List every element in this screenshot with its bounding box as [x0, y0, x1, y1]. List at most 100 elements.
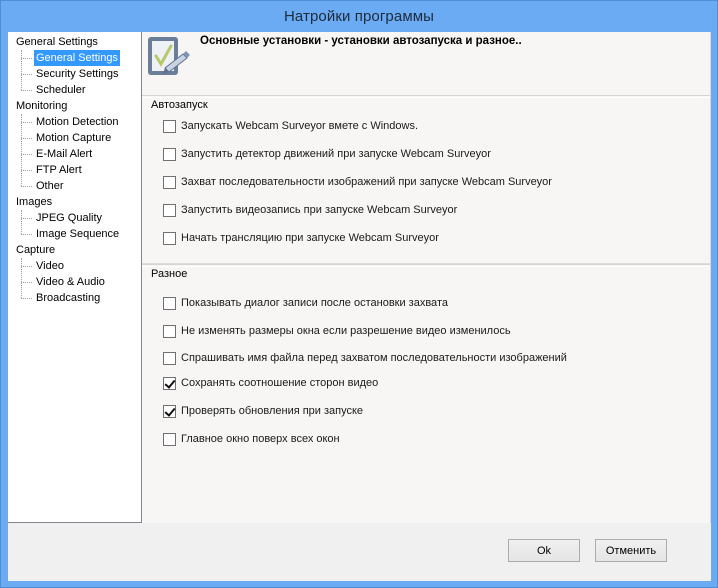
- tree-group-label: General Settings: [16, 36, 98, 48]
- tree-connector-line: [21, 138, 32, 139]
- tree-connector-line: [21, 186, 32, 187]
- tree-item-other[interactable]: Other: [8, 170, 141, 194]
- window-title: Натройки программы: [283, 8, 435, 25]
- misc-option[interactable]: Сохранять соотношение сторон видео: [163, 375, 378, 391]
- checkbox-checked[interactable]: [163, 376, 176, 390]
- tree-item-video-audio[interactable]: Video & Audio: [8, 266, 141, 290]
- tree-guide-line: [21, 266, 22, 282]
- tree-group-capture[interactable]: Capture: [8, 242, 141, 258]
- autostart-option[interactable]: Запустить видеозапись при запуске Webcam…: [163, 202, 457, 218]
- checkbox-unchecked[interactable]: [163, 351, 176, 365]
- tree-item-general-settings[interactable]: General Settings: [8, 50, 141, 66]
- settings-tree[interactable]: General Settings General Settings Security…: [8, 32, 142, 523]
- autostart-option[interactable]: Захват последовательности изображений пр…: [163, 174, 552, 190]
- tree-item-label: Other: [36, 180, 64, 192]
- tree-item-label: Broadcasting: [36, 292, 101, 304]
- checkbox-unchecked[interactable]: [163, 324, 176, 338]
- tree-item-broadcasting[interactable]: Broadcasting: [8, 282, 141, 306]
- title-bar[interactable]: Натройки программы: [1, 1, 717, 32]
- autostart-option[interactable]: Начать трансляцию при запуске Webcam Sur…: [163, 230, 439, 246]
- tree-group-monitoring[interactable]: Monitoring: [8, 98, 141, 114]
- tree-connector-line: [21, 266, 32, 267]
- checkbox-unchecked[interactable]: [163, 432, 176, 446]
- tree-item-label: Image Sequence: [36, 228, 120, 240]
- tree-connector-line: [21, 218, 32, 219]
- tree-guide-line: [21, 114, 22, 122]
- misc-option[interactable]: Проверять обновления при запуске: [163, 403, 363, 419]
- tree-item-label: Scheduler: [36, 84, 86, 96]
- checklist-pen-icon: [148, 37, 190, 75]
- tree-item-label: E-Mail Alert: [36, 148, 93, 160]
- checkbox-unchecked[interactable]: [163, 296, 176, 310]
- tree-item-security-settings[interactable]: Security Settings: [8, 58, 141, 82]
- tree-guide-line: [21, 50, 22, 58]
- tree-item-label: FTP Alert: [36, 164, 82, 176]
- checkbox-unchecked[interactable]: [163, 203, 176, 217]
- misc-option[interactable]: Спрашивать имя файла перед захватом посл…: [163, 350, 567, 366]
- tree-group-label: Monitoring: [16, 100, 68, 112]
- misc-option[interactable]: Главное окно поверх всех окон: [163, 431, 340, 447]
- option-label: Захват последовательности изображений пр…: [181, 176, 552, 188]
- checkbox-checked[interactable]: [163, 404, 176, 418]
- tree-guide-line: [21, 210, 22, 218]
- tree-group-label: Capture: [16, 244, 56, 256]
- dialog-footer: Ok Отменить: [8, 523, 711, 581]
- checkbox-unchecked[interactable]: [163, 175, 176, 189]
- tree-item-label: Security Settings: [36, 68, 119, 80]
- tree-connector-line: [21, 170, 32, 171]
- tree-item-e-mail-alert[interactable]: E-Mail Alert: [8, 138, 141, 162]
- tree-item-label: JPEG Quality: [36, 212, 103, 224]
- tree-item-label: Video: [36, 260, 64, 272]
- option-label: Запускать Webcam Surveyor вмете с Window…: [181, 120, 419, 132]
- settings-dialog: Натройки программы General Settings Gener…: [0, 0, 718, 588]
- option-label: Не изменять размеры окна если разрешение…: [181, 325, 511, 337]
- tree-connector-line: [21, 282, 32, 283]
- option-label: Проверять обновления при запуске: [181, 405, 364, 417]
- autostart-legend: Автозапуск: [151, 99, 208, 111]
- tree-guide-line: [21, 218, 22, 234]
- option-label: Запустить детектор движений при запуске …: [181, 148, 491, 160]
- checkbox-unchecked[interactable]: [163, 231, 176, 245]
- tree-group-general-settings[interactable]: General Settings: [8, 34, 141, 50]
- misc-option[interactable]: Показывать диалог записи после остановки…: [163, 295, 448, 311]
- tree-guide-line: [21, 170, 22, 186]
- settings-panel: Основные установки - установки автозапус…: [142, 32, 711, 523]
- tree-item-scheduler[interactable]: Scheduler: [8, 74, 141, 98]
- tree-item-motion-capture[interactable]: Motion Capture: [8, 122, 141, 146]
- misc-legend: Разное: [151, 268, 188, 280]
- tree-guide-line: [21, 154, 22, 170]
- tree-group-images[interactable]: Images: [8, 194, 141, 210]
- tree-connector-line: [21, 234, 32, 235]
- option-label: Запустить видеозапись при запуске Webcam…: [181, 204, 458, 216]
- checkbox-unchecked[interactable]: [163, 119, 176, 133]
- misc-option[interactable]: Не изменять размеры окна если разрешение…: [163, 323, 511, 339]
- tree-item-jpeg-quality[interactable]: JPEG Quality: [8, 210, 141, 226]
- tree-connector-line: [21, 154, 32, 155]
- tree-guide-line: [21, 258, 22, 266]
- panel-title: Основные установки - установки автозапус…: [200, 35, 522, 47]
- tree-item-ftp-alert[interactable]: FTP Alert: [8, 154, 141, 178]
- option-label: Спрашивать имя файла перед захватом посл…: [181, 352, 567, 364]
- tree-item-image-sequence[interactable]: Image Sequence: [8, 218, 141, 242]
- tree-connector-line: [21, 90, 32, 91]
- option-label: Главное окно поверх всех окон: [181, 433, 340, 445]
- tree-guide-line: [21, 282, 22, 298]
- autostart-option[interactable]: Запустить детектор движений при запуске …: [163, 146, 491, 162]
- tree-connector-line: [21, 298, 32, 299]
- dialog-client-area: General Settings General Settings Security…: [8, 32, 711, 581]
- tree-item-motion-detection[interactable]: Motion Detection: [8, 114, 141, 130]
- tree-guide-line: [21, 122, 22, 138]
- tree-item-video[interactable]: Video: [8, 258, 141, 274]
- tree-item-label: Motion Capture: [36, 132, 112, 144]
- tree-guide-line: [21, 58, 22, 74]
- panel-header: Основные установки - установки автозапус…: [142, 32, 710, 94]
- option-label: Начать трансляцию при запуске Webcam Sur…: [181, 232, 439, 244]
- tree-connector-line: [21, 58, 32, 59]
- option-label: Сохранять соотношение сторон видео: [181, 377, 379, 389]
- ok-button[interactable]: Ok: [508, 539, 580, 562]
- checkbox-unchecked[interactable]: [163, 147, 176, 161]
- cancel-button[interactable]: Отменить: [595, 539, 667, 562]
- autostart-option[interactable]: Запускать Webcam Surveyor вмете с Window…: [163, 118, 418, 134]
- option-label: Показывать диалог записи после остановки…: [181, 297, 448, 309]
- tree-item-label: General Settings: [34, 50, 120, 66]
